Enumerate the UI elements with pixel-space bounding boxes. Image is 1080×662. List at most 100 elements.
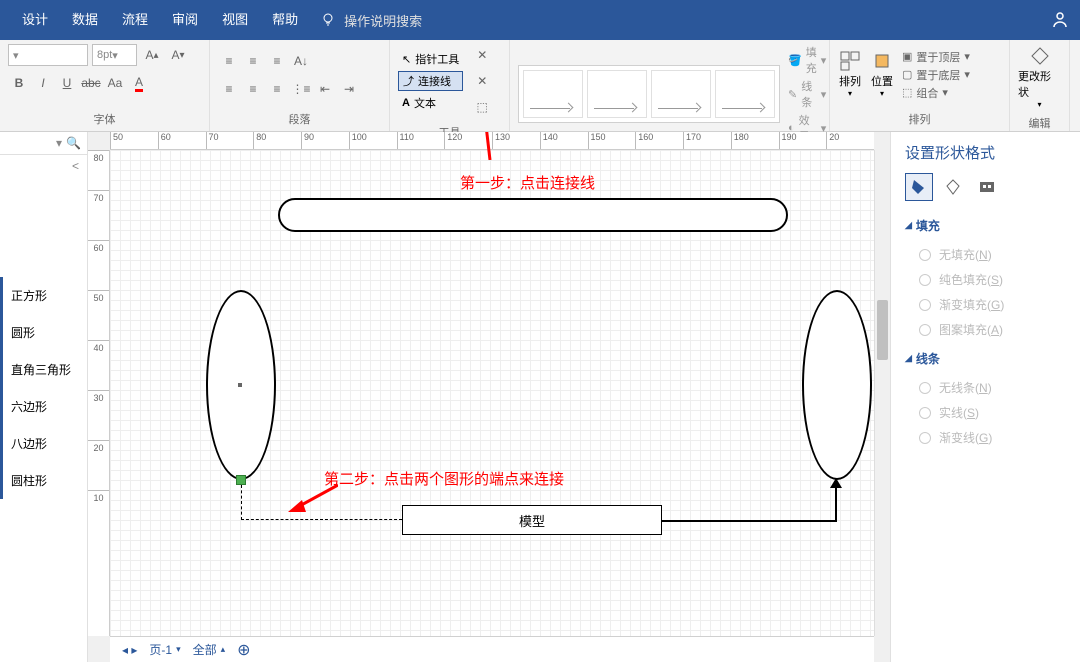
size-tab-icon[interactable] (973, 173, 1001, 201)
indent-right-icon[interactable]: ⇥ (338, 78, 360, 100)
format-painter-icon[interactable]: ✕ (471, 44, 493, 66)
ribbon-group-edit: 更改形状▾ 编辑 (1010, 40, 1070, 131)
menu-view[interactable]: 视图 (210, 0, 260, 40)
strikethrough-icon[interactable]: abc (80, 72, 102, 94)
ellipse-center-handle[interactable] (238, 383, 242, 387)
arrow-head-up (830, 478, 842, 488)
underline-icon[interactable]: U (56, 72, 78, 94)
user-icon[interactable] (1050, 9, 1070, 32)
font-family-dropdown[interactable]: ▾ (8, 44, 88, 66)
connection-point-icon[interactable]: ✕ (471, 70, 493, 92)
menu-review[interactable]: 审阅 (160, 0, 210, 40)
style-swatch-1[interactable] (523, 70, 583, 118)
search-icon[interactable]: 🔍 (66, 136, 81, 150)
vertical-ruler: 80 70 60 50 40 30 20 10 (88, 150, 110, 636)
fill-section-header[interactable]: ◢填充 (905, 217, 1066, 234)
shape-item-hexagon[interactable]: 六边形 (0, 388, 87, 425)
back-icon: ▢ (902, 68, 912, 81)
connector-tool[interactable]: ⤴连接线 (398, 71, 463, 91)
text-icon: A (402, 97, 410, 109)
arrange-icon (838, 49, 862, 73)
menu-data[interactable]: 数据 (60, 0, 110, 40)
font-case-icon[interactable]: Aa (104, 72, 126, 94)
menu-help[interactable]: 帮助 (260, 0, 310, 40)
style-swatch-3[interactable] (651, 70, 711, 118)
style-swatch-4[interactable] (715, 70, 775, 118)
shape-rectangle-model[interactable]: 模型 (402, 505, 662, 535)
text-tool[interactable]: A文本 (398, 93, 463, 113)
send-to-back[interactable]: ▢置于底层 ▾ (902, 67, 970, 83)
fill-pattern-option[interactable]: 图案填充(A) (905, 317, 1066, 342)
drawing-canvas[interactable]: 模型 第一步：点击连接线 第二步：点击两个图形的端点来连接 (110, 150, 874, 636)
shapes-panel: ▾ 🔍 < 正方形 圆形 直角三角形 六边形 八边形 圆柱形 (0, 132, 88, 662)
arrange-button[interactable]: 排列▾ (838, 49, 862, 98)
decrease-font-icon[interactable]: A▾ (167, 44, 189, 66)
shapes-search[interactable]: ▾ 🔍 (0, 132, 87, 155)
align-top-icon[interactable]: ≡ (218, 50, 240, 72)
font-color-icon[interactable]: A (128, 72, 150, 94)
shape-item-triangle[interactable]: 直角三角形 (0, 351, 87, 388)
shape-item-square[interactable]: 正方形 (0, 277, 87, 314)
shapes-search-input[interactable] (6, 137, 56, 149)
bring-to-front[interactable]: ▣置于顶层 ▾ (902, 49, 970, 65)
menu-design[interactable]: 设计 (10, 0, 60, 40)
bullets-icon[interactable]: ⋮≡ (290, 78, 312, 100)
shape-item-octagon[interactable]: 八边形 (0, 425, 87, 462)
fill-gradient-option[interactable]: 渐变填充(G) (905, 292, 1066, 317)
pointer-tool[interactable]: ↖指针工具 (398, 49, 463, 69)
group-button[interactable]: ⬚组合 ▾ (902, 85, 970, 101)
canvas-area: 50 60 70 80 90 100 110 120 130 140 150 1… (88, 132, 890, 662)
crop-icon[interactable]: ⬚ (471, 96, 493, 118)
line-icon: ✎ (788, 88, 797, 101)
shape-rounded-rectangle[interactable] (278, 198, 788, 232)
style-gallery[interactable] (518, 65, 780, 123)
line-section-header[interactable]: ◢线条 (905, 350, 1066, 367)
line-gradient-option[interactable]: 渐变线(G) (905, 425, 1066, 450)
menu-process[interactable]: 流程 (110, 0, 160, 40)
pages-nav-icon[interactable]: ◂ ▸ (122, 643, 137, 657)
style-swatch-2[interactable] (587, 70, 647, 118)
increase-font-icon[interactable]: A▴ (141, 44, 163, 66)
format-shape-panel: 设置形状格式 ◢填充 无填充(N) 纯色填充(S) 渐变填充(G) 图案填充(A… (890, 132, 1080, 662)
red-arrow-2 (288, 480, 338, 520)
effects-tab-icon[interactable] (939, 173, 967, 201)
ribbon-group-shape-styles: 🪣填充 ▾ ✎线条 ▾ ◐效果 ▾ 形状样式 (510, 40, 830, 131)
shapes-collapse-icon[interactable]: < (0, 155, 87, 177)
connector-solid-horizontal[interactable] (662, 520, 837, 522)
align-center-icon[interactable]: ≡ (242, 78, 264, 100)
pointer-icon: ↖ (402, 53, 411, 66)
align-bottom-icon[interactable]: ≡ (266, 50, 288, 72)
align-right-icon[interactable]: ≡ (266, 78, 288, 100)
lightbulb-icon[interactable] (320, 12, 336, 28)
indent-left-icon[interactable]: ⇤ (314, 78, 336, 100)
text-direction-icon[interactable]: A↓ (290, 50, 312, 72)
italic-icon[interactable]: I (32, 72, 54, 94)
tell-me-search[interactable]: 操作说明搜索 (344, 11, 422, 30)
shape-ellipse-right[interactable] (802, 290, 872, 480)
shape-item-circle[interactable]: 圆形 (0, 314, 87, 351)
font-size-dropdown[interactable]: 8pt ▾ (92, 44, 137, 66)
line-dropdown[interactable]: ✎线条 ▾ (788, 78, 826, 110)
connector-solid-vertical[interactable] (835, 485, 837, 522)
annotation-step-2: 第二步：点击两个图形的端点来连接 (324, 468, 564, 489)
change-shape-button[interactable]: 更改形状▾ (1018, 44, 1061, 109)
connection-point-handle[interactable] (236, 475, 246, 485)
ribbon: ▾ 8pt ▾ A▴ A▾ B I U abc Aa A 字体 ≡ ≡ ≡ (0, 40, 1080, 132)
fill-none-option[interactable]: 无填充(N) (905, 242, 1066, 267)
page-tab-1[interactable]: 页-1 ▾ (149, 641, 180, 658)
line-solid-option[interactable]: 实线(S) (905, 400, 1066, 425)
shape-item-cylinder[interactable]: 圆柱形 (0, 462, 87, 499)
line-none-option[interactable]: 无线条(N) (905, 375, 1066, 400)
page-tab-all[interactable]: 全部 ▴ (193, 641, 226, 658)
vertical-scrollbar[interactable] (874, 150, 890, 636)
fill-line-tab-icon[interactable] (905, 173, 933, 201)
add-page-button[interactable]: ⊕ (237, 640, 250, 660)
align-middle-icon[interactable]: ≡ (242, 50, 264, 72)
scrollbar-thumb[interactable] (877, 300, 888, 360)
bold-icon[interactable]: B (8, 72, 30, 94)
align-left-icon[interactable]: ≡ (218, 78, 240, 100)
position-button[interactable]: 位置▾ (870, 49, 894, 98)
fill-dropdown[interactable]: 🪣填充 ▾ (788, 44, 826, 76)
change-shape-icon (1028, 44, 1052, 68)
fill-solid-option[interactable]: 纯色填充(S) (905, 267, 1066, 292)
